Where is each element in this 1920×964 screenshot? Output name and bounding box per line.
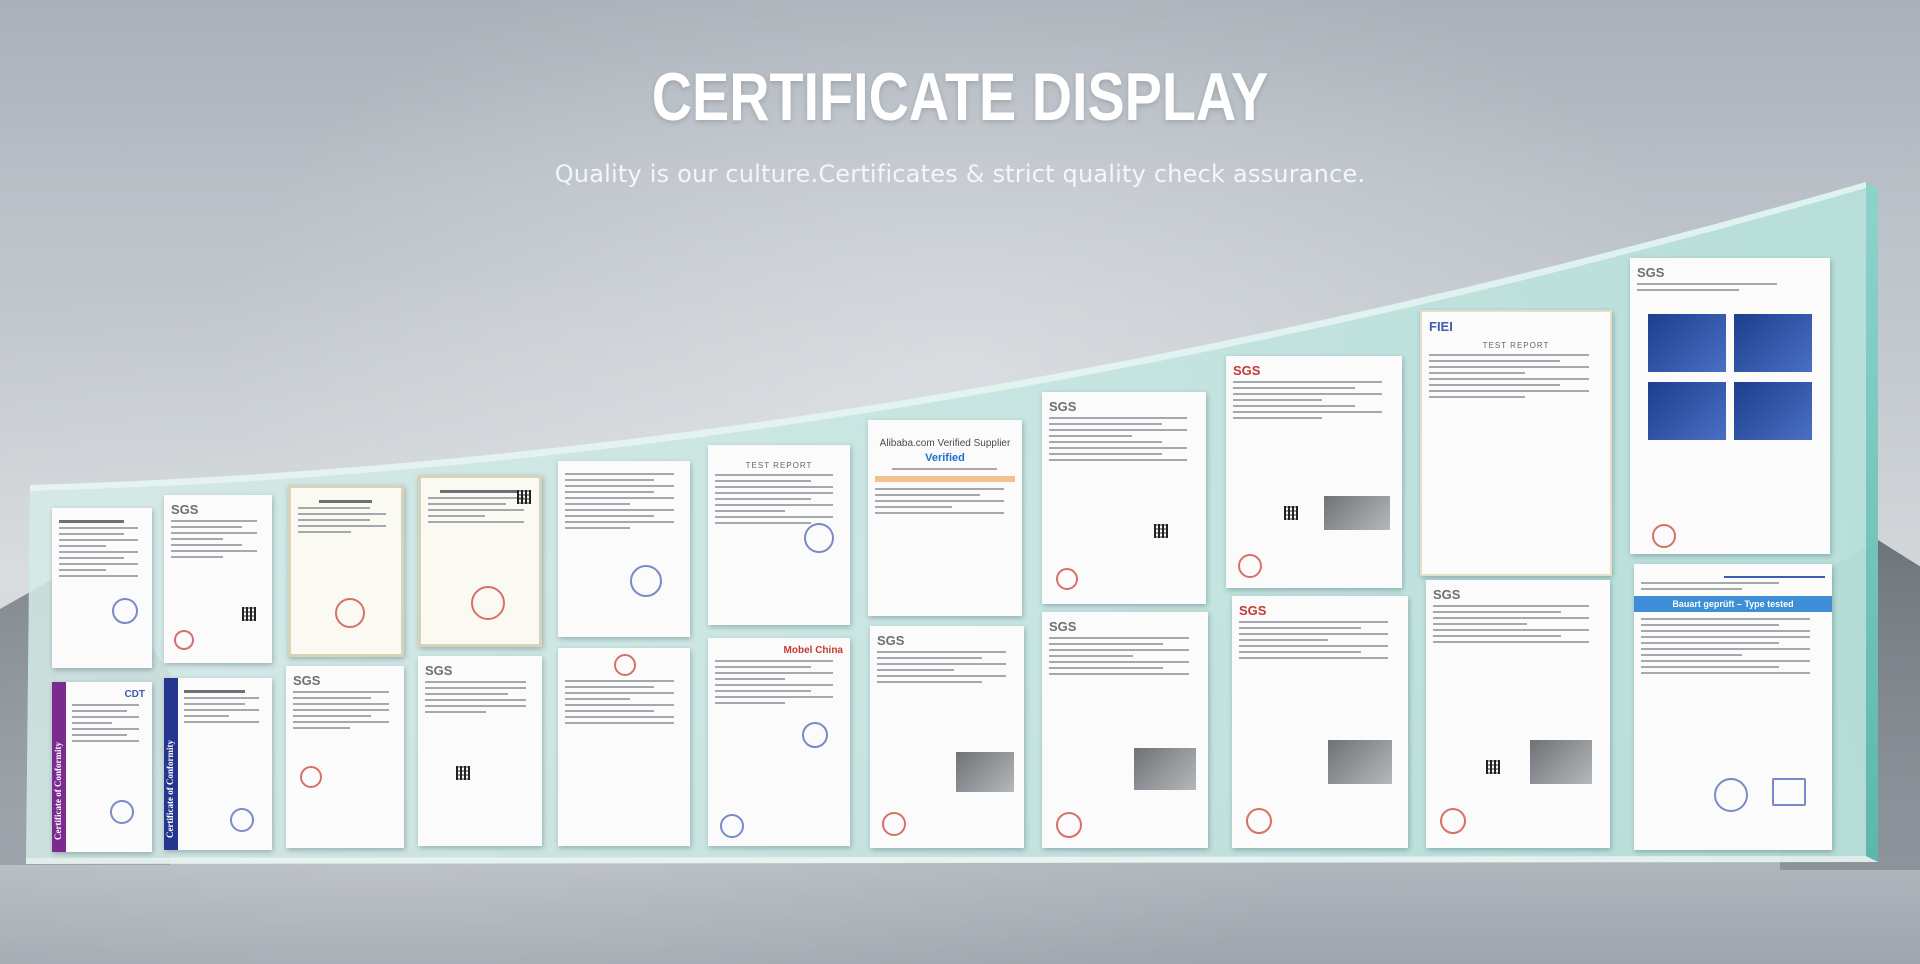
certificate-wall: SGS TEST REPORT Alibaba.com Verified Sup… (0, 0, 1920, 964)
certificate-top-8[interactable]: SGS (1042, 392, 1206, 604)
certificate-top-9[interactable]: SGS (1226, 356, 1402, 588)
certificate-top-3[interactable] (288, 485, 404, 657)
certificate-top-2[interactable]: SGS (164, 495, 272, 663)
certificate-top-4[interactable] (418, 475, 542, 647)
certificate-top-11[interactable]: SGS (1630, 258, 1830, 554)
certificate-top-5[interactable] (558, 461, 690, 637)
certificate-bottom-1[interactable]: Certificate of Conformity CDT (52, 682, 152, 852)
certificate-bottom-3[interactable]: SGS (286, 666, 404, 848)
certificate-bottom-2[interactable]: Certificate of Conformity (164, 678, 272, 850)
certificate-bottom-4[interactable]: SGS (418, 656, 542, 846)
certificate-bottom-7[interactable]: SGS (870, 626, 1024, 848)
certificate-bottom-6[interactable]: Mobel China (708, 638, 850, 846)
certificate-bottom-5[interactable] (558, 648, 690, 846)
certificate-top-7[interactable]: Alibaba.com Verified Supplier Verified (868, 420, 1022, 616)
certificate-bottom-8[interactable]: SGS (1042, 612, 1208, 848)
certificate-top-6[interactable]: TEST REPORT (708, 445, 850, 625)
glass-panel-side (1866, 182, 1878, 862)
certificate-bottom-9[interactable]: SGS (1232, 596, 1408, 848)
certificate-bottom-11[interactable]: Bauart geprüft – Type tested (1634, 564, 1832, 850)
certificate-bottom-10[interactable]: SGS (1426, 580, 1610, 848)
certificate-top-1[interactable] (52, 508, 152, 668)
certificate-top-10[interactable]: FIEI TEST REPORT (1420, 310, 1612, 576)
